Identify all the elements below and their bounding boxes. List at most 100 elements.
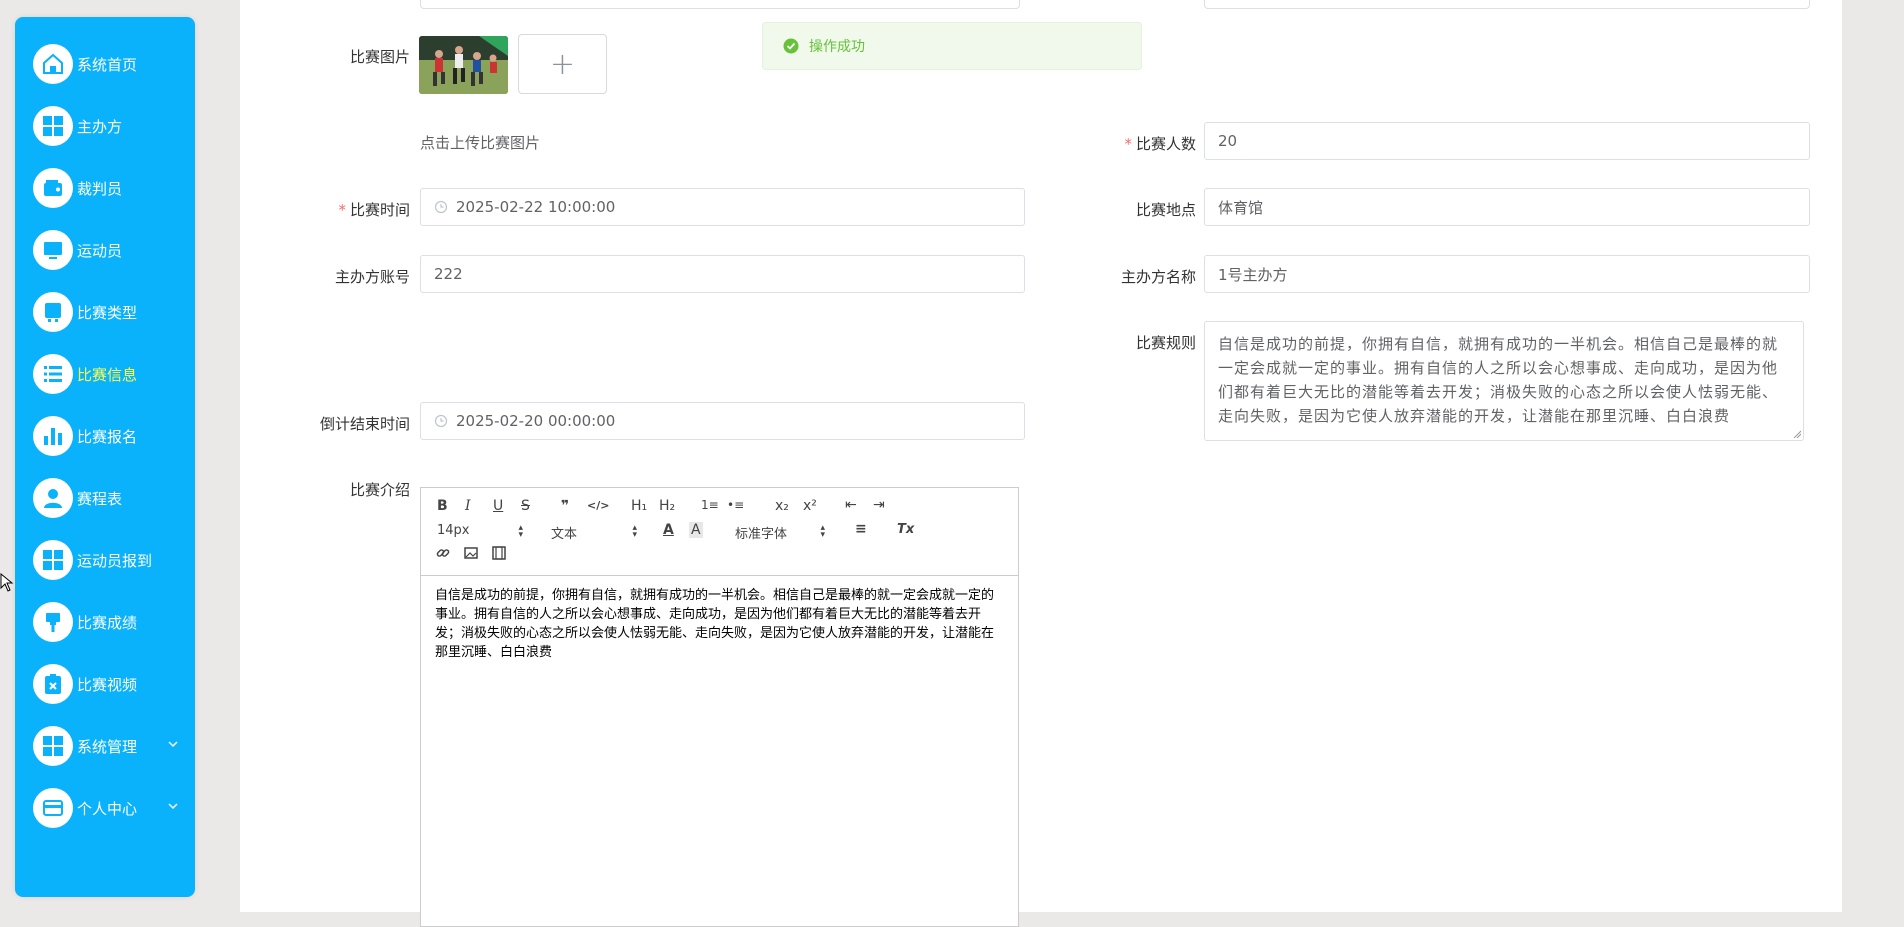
text-color-button[interactable]: A xyxy=(663,522,674,538)
sidebar-item-label: 运动员 xyxy=(77,241,123,260)
sidebar-item-label: 比赛类型 xyxy=(77,303,138,322)
required-mark: * xyxy=(1124,135,1132,153)
sidebar-item-referee[interactable]: 裁判员 xyxy=(33,164,193,212)
chevron-down-icon xyxy=(168,741,178,748)
bullet-list-button[interactable]: •≡ xyxy=(727,498,744,512)
sidebar-item-home[interactable]: 系统首页 xyxy=(33,40,193,88)
image-button[interactable] xyxy=(463,545,479,565)
plus-icon: + xyxy=(549,46,576,82)
previous-field-edge xyxy=(1204,0,1810,9)
wallet-icon xyxy=(33,168,73,208)
grid-icon xyxy=(33,106,73,146)
sidebar-item-host[interactable]: 主办方 xyxy=(33,102,193,150)
clock-icon xyxy=(434,414,448,428)
sidebar-item-label: 主办方 xyxy=(77,117,123,136)
chevron-down-icon xyxy=(168,803,178,810)
link-button[interactable] xyxy=(435,545,451,565)
sidebar-item-schedule[interactable]: 赛程表 xyxy=(33,474,193,522)
toast-message: 操作成功 xyxy=(809,39,865,55)
editor-content[interactable]: 自信是成功的前提，你拥有自信，就拥有成功的一半机会。相信自己是最棒的就一定会成就… xyxy=(421,576,1018,672)
indent-button[interactable]: ⇥ xyxy=(873,497,885,513)
select-arrows-icon: ▴ ▾ xyxy=(632,523,637,540)
image-label: 比赛图片 xyxy=(349,48,410,66)
location-label: 比赛地点 xyxy=(1135,201,1196,219)
code-block-button[interactable]: </> xyxy=(587,499,609,512)
sidebar-item-checkin[interactable]: 运动员报到 xyxy=(33,536,193,584)
intro-editor[interactable]: B I U S ❞ </> H₁ H₂ 1≡ •≡ x₂ x² ⇤ ⇥ 14px… xyxy=(420,487,1019,927)
tablet-icon xyxy=(33,292,73,332)
video-icon xyxy=(492,546,506,560)
sidebar-item-athlete[interactable]: 运动员 xyxy=(33,226,193,274)
rules-textarea[interactable]: 自信是成功的前提，你拥有自信，就拥有成功的一半机会。相信自己是最棒的就一定会成就… xyxy=(1204,321,1804,441)
uploaded-image-thumb[interactable] xyxy=(419,36,508,94)
monitor-icon xyxy=(33,230,73,270)
resize-handle-icon[interactable] xyxy=(1793,430,1801,438)
sidebar-item-results[interactable]: 比赛成绩 xyxy=(33,598,193,646)
sidebar-item-label: 系统管理 xyxy=(77,737,138,756)
sidebar-item-label: 比赛视频 xyxy=(77,675,138,694)
header-2-button[interactable]: H₂ xyxy=(659,498,675,514)
host-account-label: 主办方账号 xyxy=(334,268,410,286)
host-name-input[interactable]: 1号主办方 xyxy=(1204,255,1810,293)
countdown-picker[interactable]: 2025-02-20 00:00:00 xyxy=(420,402,1025,440)
success-toast: 操作成功 xyxy=(762,22,1142,70)
required-mark: * xyxy=(338,201,346,219)
editor-toolbar: B I U S ❞ </> H₁ H₂ 1≡ •≡ x₂ x² ⇤ ⇥ 14px… xyxy=(421,488,1018,576)
clean-format-button[interactable]: Tx xyxy=(897,522,914,537)
font-size-select[interactable]: 14px ▴ ▾ xyxy=(437,523,523,540)
bold-button[interactable]: B xyxy=(437,498,448,514)
select-arrows-icon: ▴ ▾ xyxy=(518,523,523,540)
sidebar: 系统首页 主办方 裁判员 运动员 比赛类型 比赛信息 比赛报名 赛程表 运动员报… xyxy=(15,17,195,897)
link-icon xyxy=(436,549,450,557)
font-family-select[interactable]: 标准字体 ▴ ▾ xyxy=(735,523,825,543)
sidebar-item-label: 运动员报到 xyxy=(77,551,153,570)
sidebar-item-label: 系统首页 xyxy=(77,55,138,74)
mouse-cursor-icon xyxy=(0,573,14,592)
italic-button[interactable]: I xyxy=(465,498,471,514)
ordered-list-button[interactable]: 1≡ xyxy=(701,498,719,512)
count-label: * 比赛人数 xyxy=(1124,135,1196,153)
bar-chart-icon xyxy=(33,416,73,456)
video-button[interactable] xyxy=(491,545,507,565)
sidebar-item-video[interactable]: 比赛视频 xyxy=(33,660,193,708)
header-1-button[interactable]: H₁ xyxy=(631,498,647,514)
superscript-button[interactable]: x² xyxy=(803,498,817,514)
check-circle-icon xyxy=(783,38,799,54)
sidebar-item-label: 比赛报名 xyxy=(77,427,138,446)
host-name-label: 主办方名称 xyxy=(1120,268,1196,286)
sidebar-item-label: 裁判员 xyxy=(77,179,123,198)
align-button[interactable]: ≡ xyxy=(855,521,867,537)
sidebar-item-label: 比赛信息 xyxy=(77,365,138,384)
sidebar-item-match-info[interactable]: 比赛信息 xyxy=(33,350,193,398)
upload-hint: 点击上传比赛图片 xyxy=(420,134,541,152)
rules-label: 比赛规则 xyxy=(1135,334,1196,352)
sidebar-item-profile[interactable]: 个人中心 xyxy=(33,784,193,832)
upload-add-button[interactable]: + xyxy=(518,34,607,94)
host-account-input[interactable]: 222 xyxy=(420,255,1025,293)
sidebar-item-match-type[interactable]: 比赛类型 xyxy=(33,288,193,336)
previous-field-edge xyxy=(420,0,1020,9)
home-icon xyxy=(33,44,73,84)
sidebar-item-registration[interactable]: 比赛报名 xyxy=(33,412,193,460)
sidebar-item-label: 赛程表 xyxy=(77,489,123,508)
subscript-button[interactable]: x₂ xyxy=(775,498,789,514)
count-input[interactable]: 20 xyxy=(1204,122,1810,160)
outdent-button[interactable]: ⇤ xyxy=(845,497,857,513)
grid-icon xyxy=(33,726,73,766)
blockquote-button[interactable]: ❞ xyxy=(561,498,569,514)
intro-label: 比赛介绍 xyxy=(349,481,410,499)
location-input[interactable]: 体育馆 xyxy=(1204,188,1810,226)
format-select[interactable]: 文本 ▴ ▾ xyxy=(551,523,637,543)
sidebar-item-system[interactable]: 系统管理 xyxy=(33,722,193,770)
list-icon xyxy=(33,354,73,394)
user-icon xyxy=(33,478,73,518)
underline-button[interactable]: U xyxy=(493,498,503,514)
image-icon xyxy=(464,547,478,559)
countdown-label: 倒计结束时间 xyxy=(319,415,410,433)
strike-button[interactable]: S xyxy=(521,498,530,514)
background-color-button[interactable]: A xyxy=(689,522,703,538)
time-picker[interactable]: 2025-02-22 10:00:00 xyxy=(420,188,1025,226)
card-icon xyxy=(33,788,73,828)
grid-icon xyxy=(33,540,73,580)
brush-icon xyxy=(33,602,73,642)
